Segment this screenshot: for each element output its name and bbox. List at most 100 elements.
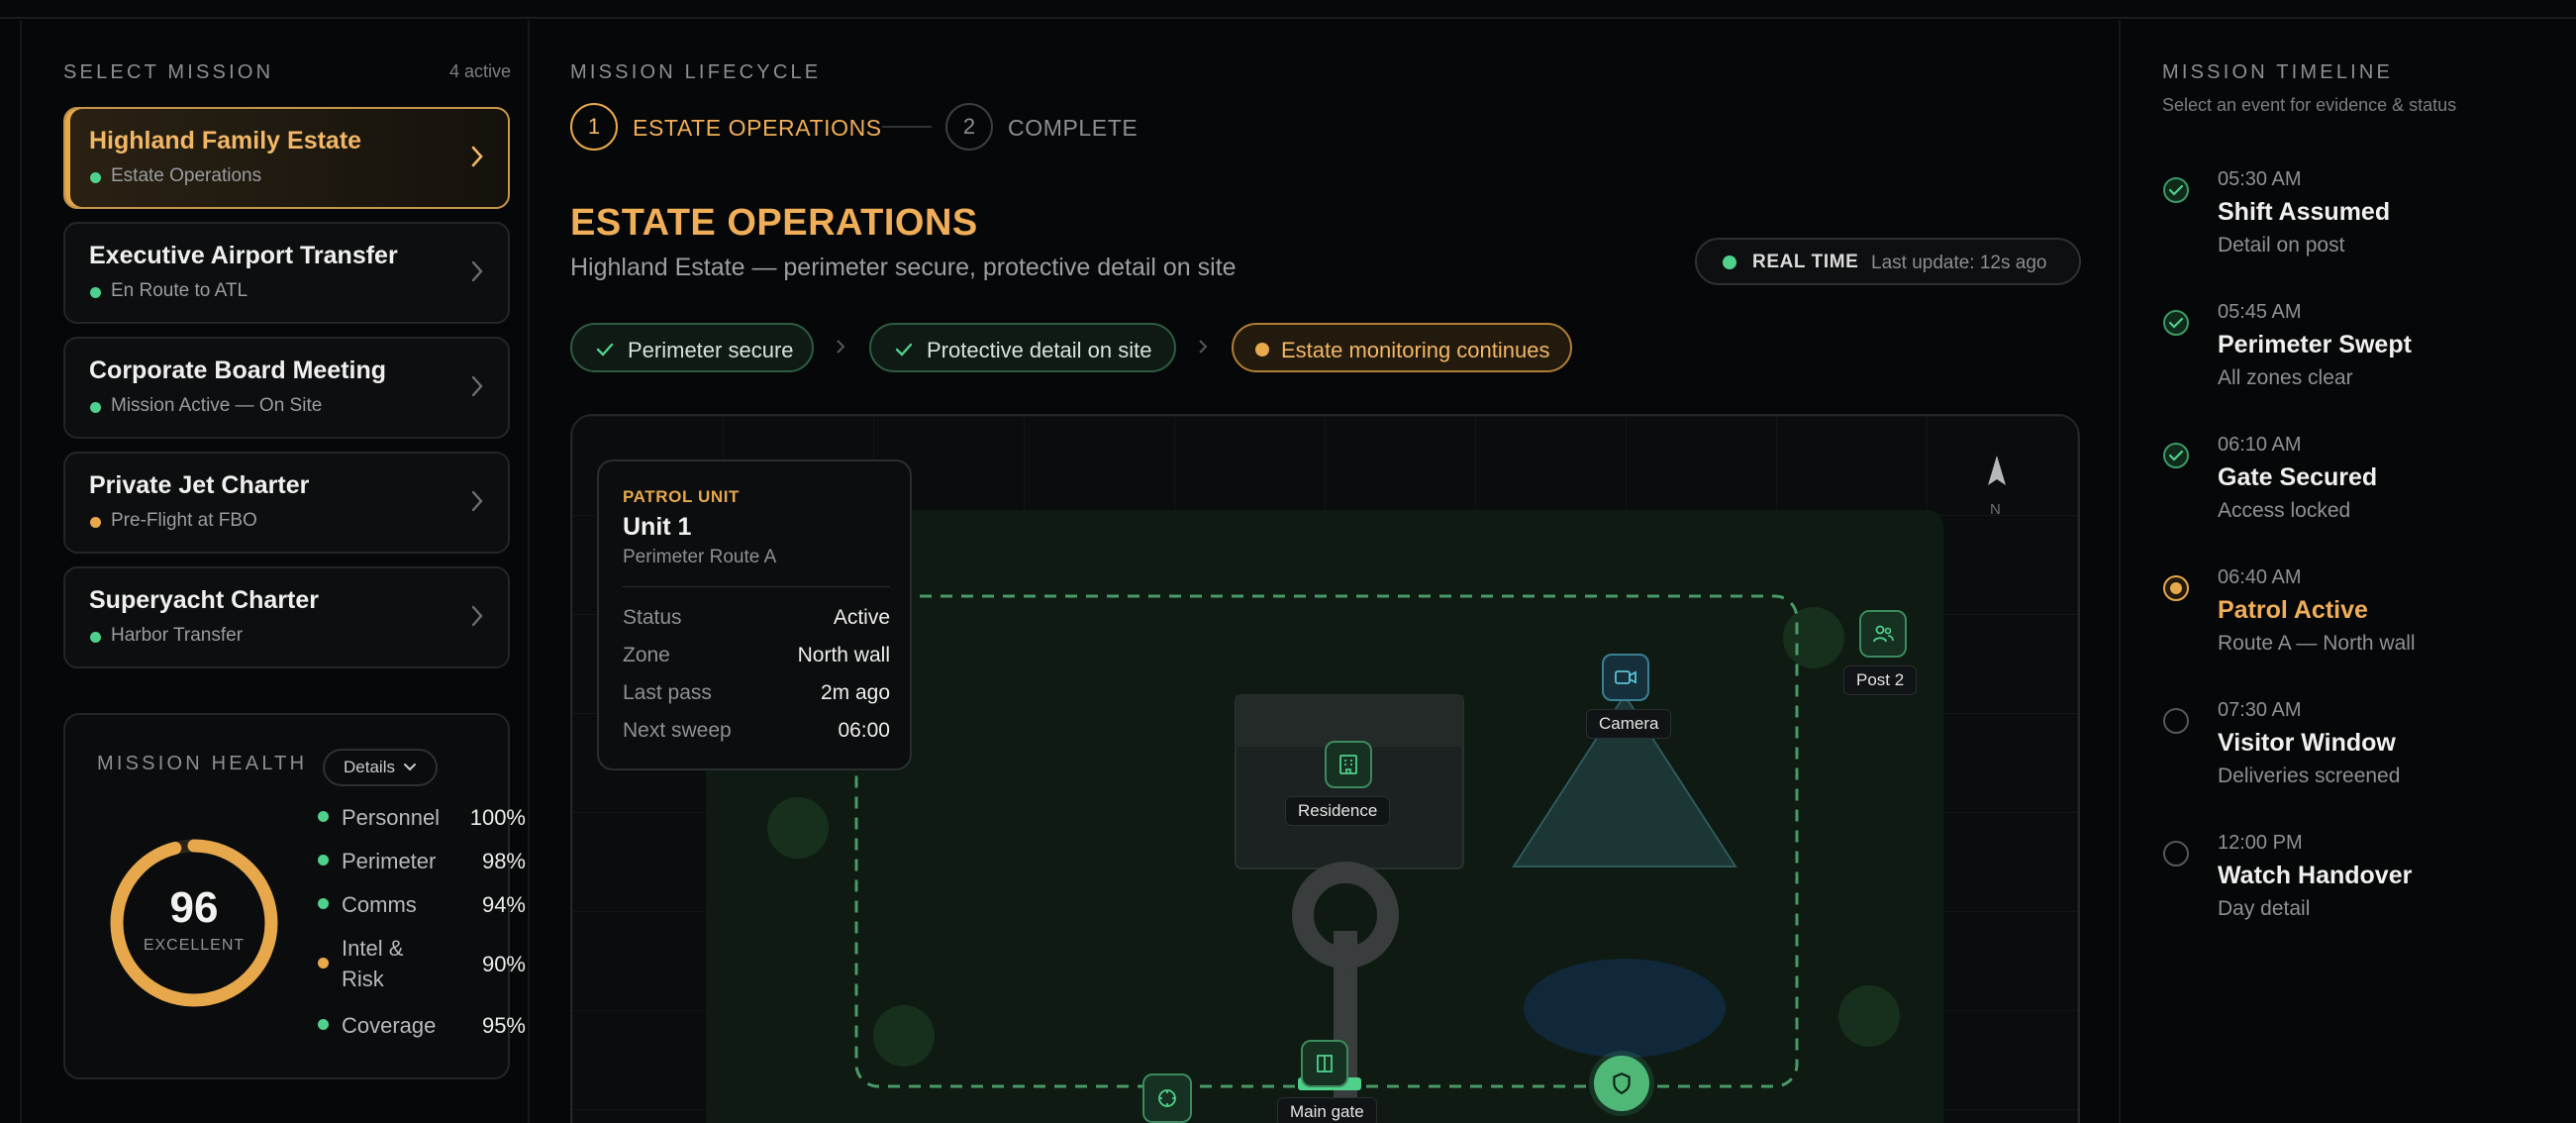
mission-card-airport[interactable]: Executive Airport Transfer En Route to A…: [63, 222, 510, 324]
select-mission-label: SELECT MISSION: [63, 61, 274, 83]
chevron-down-icon: [403, 764, 416, 771]
event-desc: Route A — North wall: [2218, 632, 2416, 655]
timeline-subtitle: Select an event for evidence & status: [2162, 95, 2457, 115]
event-time: 12:00 PM: [2218, 832, 2303, 854]
chevron-right-icon: [471, 605, 483, 627]
event-time: 06:10 AM: [2218, 434, 2302, 456]
check-icon: [895, 343, 913, 357]
realtime-badge: REAL TIME Last update: 12s ago: [1695, 238, 2081, 285]
event-title: Perimeter Swept: [2218, 331, 2412, 358]
metric-coverage: Coverage 95%: [318, 1010, 526, 1042]
mission-card-jet-charter[interactable]: Private Jet Charter Pre-Flight at FBO: [63, 452, 510, 554]
chevron-right-icon: [471, 146, 483, 167]
mission-title: Highland Family Estate: [89, 127, 362, 154]
pending-circle-icon: [2163, 841, 2189, 867]
step-2-circle[interactable]: 2: [945, 103, 993, 151]
event-desc: Deliveries screened: [2218, 765, 2401, 787]
residence-label: Residence: [1285, 796, 1391, 826]
mission-status: Harbor Transfer: [111, 625, 244, 646]
metric-value: 90%: [481, 952, 526, 976]
event-desc: Detail on post: [2218, 234, 2345, 256]
metric-value: 98%: [481, 849, 526, 873]
metric-value: 94%: [481, 892, 526, 917]
event-title: Shift Assumed: [2218, 198, 2391, 226]
row-value: Active: [833, 606, 890, 629]
page-subtitle: Highland Estate — perimeter secure, prot…: [570, 254, 1237, 281]
event-time: 06:40 AM: [2218, 566, 2302, 588]
health-score-label: EXCELLENT: [143, 937, 246, 954]
health-score: 96: [169, 883, 219, 932]
unit-type: PATROL UNIT: [623, 487, 741, 506]
security-unit-marker[interactable]: [1594, 1056, 1649, 1111]
chevron-right-icon: [1199, 340, 1208, 354]
camera-label: Camera: [1586, 709, 1672, 739]
row-value: 06:00: [838, 719, 890, 742]
main-gate-marker[interactable]: [1301, 1040, 1348, 1087]
details-label: Details: [344, 758, 395, 776]
tree: [1838, 985, 1900, 1047]
check-circle-icon: [2163, 177, 2189, 203]
timeline-event[interactable]: 05:45 AM Perimeter Swept All zones clear: [2162, 301, 2558, 400]
residence-marker[interactable]: [1325, 741, 1372, 788]
status-dot: [90, 632, 101, 643]
patrol-unit-marker[interactable]: [1142, 1073, 1192, 1123]
step-1-label[interactable]: ESTATE OPERATIONS: [633, 115, 882, 142]
metric-perimeter: Perimeter 98%: [318, 846, 526, 877]
step-1-circle[interactable]: 1: [570, 103, 618, 151]
row-key: Status: [623, 606, 682, 629]
unit-route: Perimeter Route A: [623, 547, 777, 567]
users-icon: [1873, 625, 1894, 643]
post-2-marker[interactable]: [1859, 610, 1907, 658]
mission-card-superyacht[interactable]: Superyacht Charter Harbor Transfer: [63, 566, 510, 668]
status-dot: [318, 898, 329, 909]
camera-marker[interactable]: [1602, 654, 1649, 701]
chip-protective-detail[interactable]: Protective detail on site: [869, 323, 1176, 372]
tree: [1783, 607, 1844, 668]
mission-card-highland[interactable]: Highland Family Estate Estate Operations: [63, 107, 510, 209]
row-value: North wall: [797, 644, 890, 666]
timeline-event[interactable]: 05:30 AM Shift Assumed Detail on post: [2162, 168, 2558, 267]
timeline-title: MISSION TIMELINE: [2162, 61, 2394, 83]
step-2-label[interactable]: COMPLETE: [1008, 115, 1138, 142]
chip-estate-monitoring[interactable]: Estate monitoring continues: [1232, 323, 1572, 372]
timeline-event-current[interactable]: 06:40 AM Patrol Active Route A — North w…: [2162, 566, 2558, 665]
status-dot: [90, 287, 101, 298]
status-dot: [90, 402, 101, 413]
tree: [873, 1005, 935, 1067]
details-button[interactable]: Details: [323, 749, 438, 786]
mission-health-label: MISSION HEALTH: [97, 753, 308, 774]
tree: [767, 797, 829, 859]
row-key: Zone: [623, 644, 670, 666]
metric-name: Perimeter: [342, 849, 437, 873]
row-value: 2m ago: [820, 681, 890, 704]
metric-value: 100%: [469, 805, 526, 830]
chip-perimeter-secure[interactable]: Perimeter secure: [570, 323, 814, 372]
mission-status: En Route to ATL: [111, 280, 248, 301]
top-bar: [0, 0, 2576, 19]
compass-icon: [1158, 1089, 1176, 1107]
mission-status: Pre-Flight at FBO: [111, 510, 257, 531]
lifecycle-label: MISSION LIFECYCLE: [570, 61, 822, 83]
mission-title: Corporate Board Meeting: [89, 357, 387, 384]
mission-card-board-meeting[interactable]: Corporate Board Meeting Mission Active —…: [63, 337, 510, 439]
metric-comms: Comms 94%: [318, 889, 526, 921]
mission-timeline: MISSION TIMELINE Select an event for evi…: [2119, 20, 2576, 1123]
event-title: Patrol Active: [2218, 596, 2368, 624]
step-number: 1: [587, 114, 601, 139]
timeline-event[interactable]: 12:00 PM Watch Handover Day detail: [2162, 832, 2558, 931]
unit-name: Unit 1: [623, 513, 692, 541]
mission-title: Private Jet Charter: [89, 471, 310, 499]
event-desc: Day detail: [2218, 897, 2311, 920]
main-gate-label: Main gate: [1277, 1097, 1377, 1123]
mission-title: Executive Airport Transfer: [89, 242, 398, 269]
chip-label: Perimeter secure: [628, 338, 794, 362]
timeline-event[interactable]: 06:10 AM Gate Secured Access locked: [2162, 434, 2558, 533]
timeline-event[interactable]: 07:30 AM Visitor Window Deliveries scree…: [2162, 699, 2558, 798]
live-dot: [1723, 255, 1736, 269]
page-title: ESTATE OPERATIONS: [570, 202, 978, 244]
mission-title: Superyacht Charter: [89, 586, 320, 614]
row-key: Next sweep: [623, 719, 732, 742]
check-icon: [596, 343, 614, 357]
status-dot: [90, 172, 101, 183]
metric-name: Personnel: [342, 805, 441, 830]
